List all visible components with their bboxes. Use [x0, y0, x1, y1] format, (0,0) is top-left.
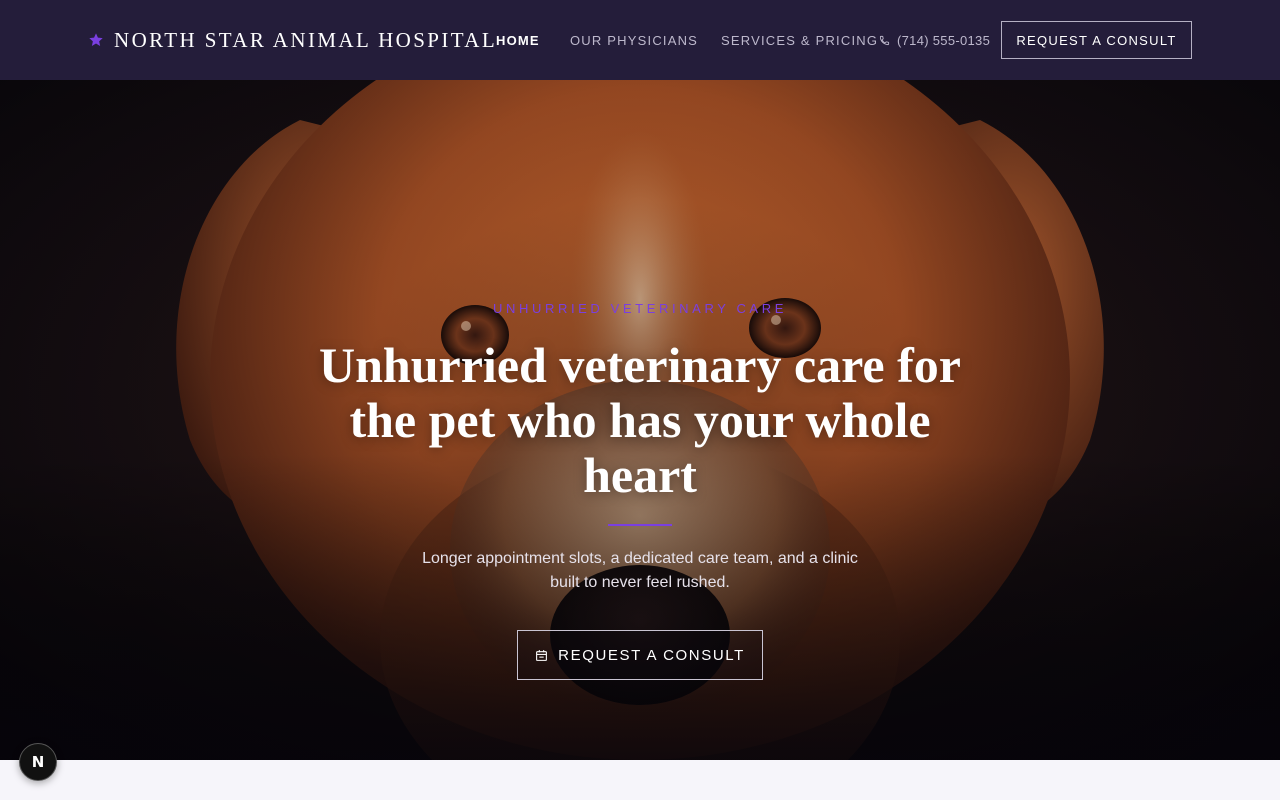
- hero-divider: [608, 524, 672, 526]
- hero-cta-label: REQUEST A CONSULT: [558, 646, 745, 664]
- phone-icon: [879, 35, 890, 45]
- phone-link[interactable]: (714) 555-0135: [879, 0, 990, 80]
- nextjs-logo-icon[interactable]: N: [19, 743, 57, 781]
- calendar-icon: [536, 649, 548, 661]
- nav-link-home[interactable]: HOME: [496, 0, 540, 80]
- hero-title: Unhurried veterinary care for the pet wh…: [319, 337, 961, 503]
- nav-link-our-physicians[interactable]: OUR PHYSICIANS: [570, 0, 698, 80]
- hero-eyebrow: UNHURRIED VETERINARY CARE: [493, 301, 787, 316]
- hero-subtitle: Longer appointment slots, a dedicated ca…: [422, 550, 858, 591]
- header-request-consult-button[interactable]: REQUEST A CONSULT: [1001, 21, 1192, 59]
- hero-section: UNHURRIED VETERINARY CARE Unhurried vete…: [0, 80, 1280, 760]
- brand-name: NORTH STAR ANIMAL HOSPITAL: [114, 27, 498, 52]
- hero-request-consult-button[interactable]: REQUEST A CONSULT: [517, 630, 763, 680]
- phone-number: (714) 555-0135: [897, 32, 991, 48]
- site-header: NORTH STAR ANIMAL HOSPITAL HOME OUR PHYS…: [0, 0, 1280, 80]
- brand-logo[interactable]: NORTH STAR ANIMAL HOSPITAL: [88, 0, 497, 80]
- nav-link-services-pricing[interactable]: SERVICES & PRICING: [721, 0, 878, 80]
- star-icon: [89, 33, 103, 46]
